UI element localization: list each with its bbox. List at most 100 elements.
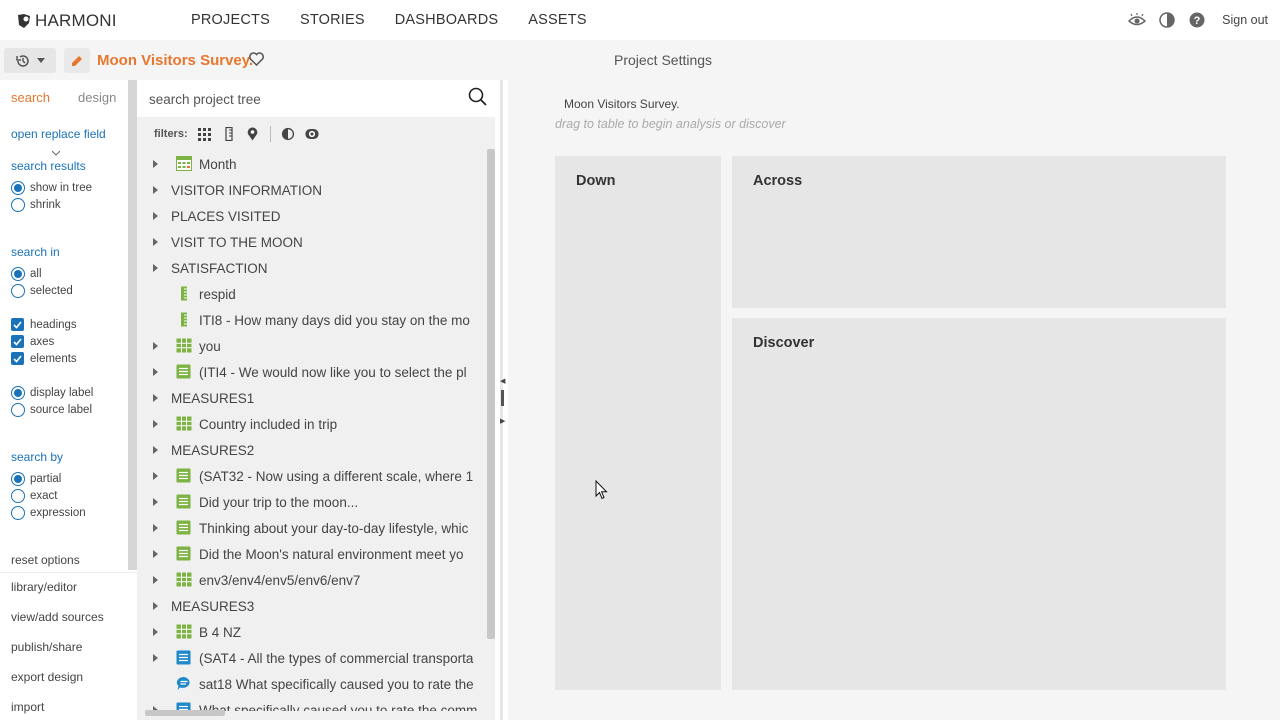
tree-item[interactable]: ITI8 - How many days did you stay on the… xyxy=(137,307,487,333)
search-icon[interactable] xyxy=(468,87,488,107)
project-tree-panel: filters: Month VISITOR INFORMATION PLACES … xyxy=(137,80,495,720)
radio-partial[interactable]: partial xyxy=(11,471,61,486)
down-drop-zone[interactable]: Down xyxy=(555,156,721,690)
map-pin-filter-icon[interactable] xyxy=(246,127,260,141)
tree-item[interactable]: (SAT4 - All the types of commercial tran… xyxy=(137,645,487,671)
tree-item[interactable]: MEASURES1 xyxy=(137,385,487,411)
nav-dashboards[interactable]: DASHBOARDS xyxy=(395,12,499,28)
down-zone-label: Down xyxy=(576,173,616,189)
expand-caret-icon[interactable] xyxy=(153,654,158,662)
expand-caret-icon[interactable] xyxy=(153,524,158,532)
radio-label: selected xyxy=(30,284,73,297)
radio-source-label[interactable]: source label xyxy=(11,402,92,417)
tree-horizontal-scrollbar[interactable] xyxy=(145,710,225,716)
filters-label: filters: xyxy=(154,128,188,140)
eye-icon[interactable] xyxy=(1128,11,1147,29)
radio-shrink[interactable]: shrink xyxy=(11,197,61,212)
radio-exact[interactable]: exact xyxy=(11,488,58,503)
checkbox-headings[interactable]: headings xyxy=(11,317,77,332)
toggle-filter-icon[interactable] xyxy=(305,127,319,141)
reset-options-link[interactable]: reset options xyxy=(11,553,80,567)
favorite-heart-icon[interactable] xyxy=(249,52,264,70)
grid-filter-icon[interactable] xyxy=(198,127,212,141)
splitter-grip[interactable] xyxy=(501,390,504,406)
expand-caret-icon[interactable] xyxy=(153,576,158,584)
tree-item[interactable]: VISITOR INFORMATION xyxy=(137,177,487,203)
panel-splitter[interactable]: ◀ ▶ xyxy=(495,80,508,720)
history-button[interactable] xyxy=(4,48,56,73)
tree-item[interactable]: env3/env4/env5/env6/env7 xyxy=(137,567,487,593)
expand-caret-icon[interactable] xyxy=(153,264,158,272)
options-scrollbar[interactable] xyxy=(128,80,137,570)
edit-title-button[interactable] xyxy=(64,48,90,73)
expand-caret-icon[interactable] xyxy=(153,446,158,454)
radio-all[interactable]: all xyxy=(11,266,42,281)
tree-item[interactable]: Month xyxy=(137,151,487,177)
expand-right-arrow-icon[interactable]: ▶ xyxy=(500,417,505,425)
expand-caret-icon[interactable] xyxy=(153,602,158,610)
tree-item[interactable]: respid xyxy=(137,281,487,307)
tree-item[interactable]: sat18 What specifically caused you to ra… xyxy=(137,671,487,697)
radio-icon xyxy=(11,197,25,212)
tree-item-label: (ITI4 - We would now like you to select … xyxy=(199,364,467,380)
import-link[interactable]: import xyxy=(11,700,44,714)
tree-search-input[interactable] xyxy=(149,88,449,110)
tree-vertical-scrollbar[interactable] xyxy=(487,149,495,639)
expand-caret-icon[interactable] xyxy=(153,550,158,558)
sign-out-link[interactable]: Sign out xyxy=(1222,13,1268,27)
harmoni-logo[interactable]: HARMONI xyxy=(16,11,117,31)
radio-expression[interactable]: expression xyxy=(11,505,86,520)
tree-item[interactable]: MEASURES3 xyxy=(137,593,487,619)
ruler-filter-icon[interactable] xyxy=(222,127,236,141)
tree-item[interactable]: Thinking about your day-to-day lifestyle… xyxy=(137,515,487,541)
view-add-sources-link[interactable]: view/add sources xyxy=(11,610,104,624)
checkbox-elements[interactable]: elements xyxy=(11,351,77,366)
expand-caret-icon[interactable] xyxy=(153,420,158,428)
project-settings-title[interactable]: Project Settings xyxy=(614,52,712,68)
tab-search[interactable]: search xyxy=(11,90,50,105)
radio-show-in-tree[interactable]: show in tree xyxy=(11,180,92,195)
radio-display-label[interactable]: display label xyxy=(11,385,93,400)
tree-item-label: MEASURES3 xyxy=(171,598,255,614)
expand-caret-icon[interactable] xyxy=(153,212,158,220)
tree-item[interactable]: Did your trip to the moon... xyxy=(137,489,487,515)
library-editor-link[interactable]: library/editor xyxy=(11,580,77,594)
open-replace-field-link[interactable]: open replace field xyxy=(11,127,106,141)
discover-drop-zone[interactable]: Discover xyxy=(732,318,1226,690)
tree-item[interactable]: (SAT32 - Now using a different scale, wh… xyxy=(137,463,487,489)
expand-caret-icon[interactable] xyxy=(153,342,158,350)
nav-assets[interactable]: ASSETS xyxy=(528,12,586,28)
publish-share-link[interactable]: publish/share xyxy=(11,640,82,654)
collapse-left-arrow-icon[interactable]: ◀ xyxy=(500,377,505,385)
expand-caret-icon[interactable] xyxy=(153,628,158,636)
tree-item[interactable]: SATISFACTION xyxy=(137,255,487,281)
radio-selected[interactable]: selected xyxy=(11,283,73,298)
project-title[interactable]: Moon Visitors Survey. xyxy=(97,52,253,69)
expand-caret-icon[interactable] xyxy=(153,394,158,402)
nav-stories[interactable]: STORIES xyxy=(300,12,365,28)
tree-item[interactable]: MEASURES2 xyxy=(137,437,487,463)
tree-item[interactable]: Country included in trip xyxy=(137,411,487,437)
nav-projects[interactable]: PROJECTS xyxy=(191,12,270,28)
tree-item[interactable]: B 4 NZ xyxy=(137,619,487,645)
tree-item[interactable]: Did the Moon's natural environment meet … xyxy=(137,541,487,567)
across-drop-zone[interactable]: Across xyxy=(732,156,1226,308)
tree-item[interactable]: PLACES VISITED xyxy=(137,203,487,229)
expand-caret-icon[interactable] xyxy=(153,498,158,506)
tree-item[interactable]: you xyxy=(137,333,487,359)
tree-item[interactable]: (ITI4 - We would now like you to select … xyxy=(137,359,487,385)
expand-caret-icon[interactable] xyxy=(153,472,158,480)
expand-caret-icon[interactable] xyxy=(153,238,158,246)
contrast-icon[interactable] xyxy=(1158,11,1176,29)
tree-item[interactable]: What specifically caused you to rate the… xyxy=(137,697,487,711)
tree-item[interactable]: VISIT TO THE MOON xyxy=(137,229,487,255)
tab-design[interactable]: design xyxy=(78,90,116,105)
expand-caret-icon[interactable] xyxy=(153,186,158,194)
radio-icon xyxy=(11,180,25,195)
half-circle-filter-icon[interactable] xyxy=(281,127,295,141)
help-icon[interactable]: ? xyxy=(1188,11,1206,29)
expand-caret-icon[interactable] xyxy=(153,160,158,168)
expand-caret-icon[interactable] xyxy=(153,368,158,376)
export-design-link[interactable]: export design xyxy=(11,670,83,684)
checkbox-axes[interactable]: axes xyxy=(11,334,54,349)
